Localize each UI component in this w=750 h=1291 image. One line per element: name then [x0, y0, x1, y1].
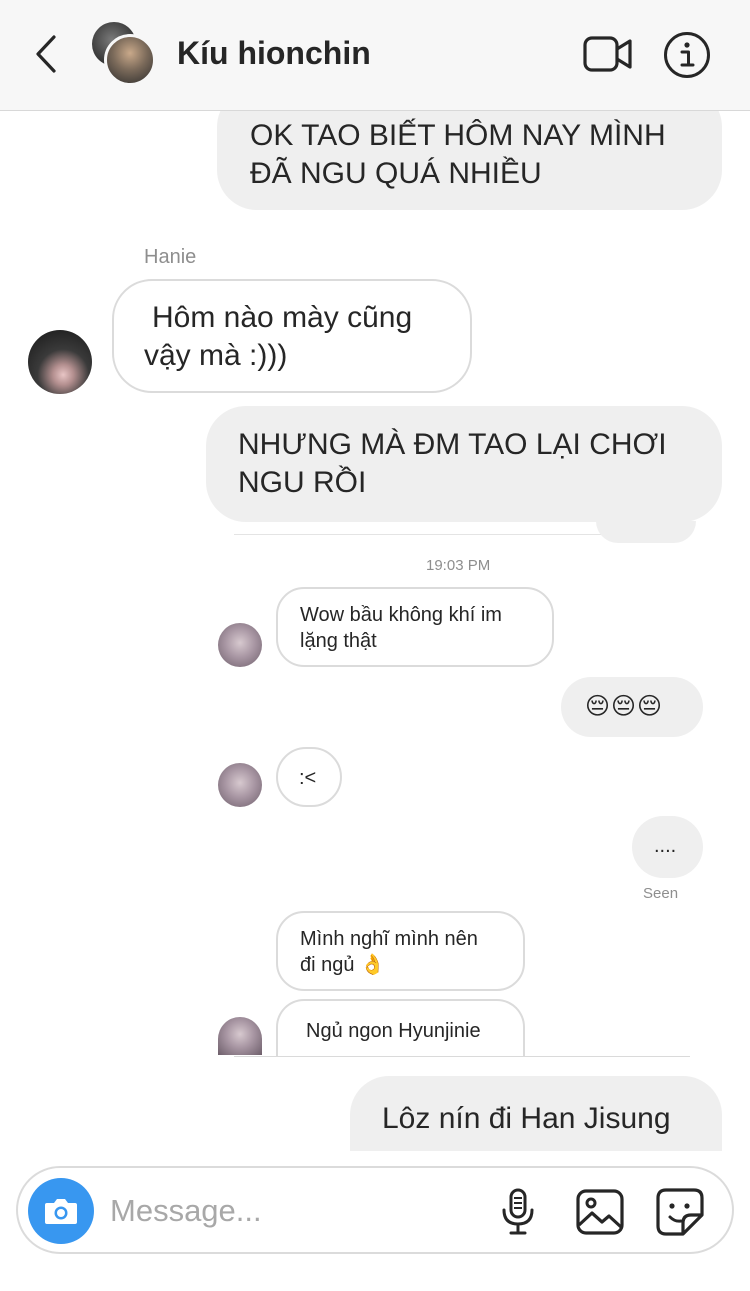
message-text: .... [654, 835, 677, 857]
camera-button[interactable] [28, 1178, 94, 1244]
sticker-icon [656, 1188, 704, 1236]
member-avatar-2 [104, 34, 156, 86]
message-text: OK TAO BIẾT HÔM NAY MÌNH [250, 119, 666, 152]
message-text: Mình nghĩ mình nên [300, 928, 478, 950]
camera-icon [45, 1199, 77, 1224]
image-icon [576, 1189, 624, 1235]
message-bubble-outgoing[interactable]: OK TAO BIẾT HÔM NAY MÌNH ĐÃ NGU QUÁ NHIỀ… [217, 111, 722, 210]
message-bubble-incoming[interactable]: Mình nghĩ mình nên đi ngủ 👌 [276, 911, 525, 991]
sender-avatar[interactable] [218, 1017, 262, 1055]
message-bubble-outgoing[interactable]: 😔😔😔 [561, 677, 703, 737]
message-bubble-outgoing[interactable]: .... [632, 816, 703, 878]
message-bubble-incoming[interactable]: :< [276, 747, 342, 807]
chat-title[interactable]: Kíu hionchin [177, 35, 371, 72]
message-text: :< [299, 767, 317, 789]
message-composer [16, 1166, 734, 1254]
message-timestamp: 19:03 PM [426, 557, 491, 574]
message-bubble-outgoing[interactable]: NHƯNG MÀ ĐM TAO LẠI CHƠI NGU RỒI [206, 406, 722, 522]
sender-avatar[interactable] [218, 623, 262, 667]
chat-header: Kíu hionchin [0, 0, 750, 111]
voice-message-button[interactable] [492, 1186, 544, 1238]
message-bubble-incoming[interactable]: Wow bầu không khí im lặng thật [276, 587, 554, 667]
message-bubble-incoming[interactable]: Hôm nào mày cũng vậy mà :))) [112, 279, 472, 393]
gallery-button[interactable] [574, 1186, 626, 1238]
sticker-button[interactable] [654, 1186, 706, 1238]
message-text: 😔😔😔 [585, 693, 664, 720]
message-text: NHƯNG MÀ ĐM TAO LẠI CHƠI [238, 428, 667, 461]
cropped-bubble-edge [596, 521, 696, 543]
bottom-safe-area [0, 1262, 750, 1291]
message-text: lặng thật [300, 630, 377, 652]
message-text: Wow bầu không khí im [300, 604, 502, 626]
video-call-button[interactable] [582, 32, 634, 76]
info-icon [664, 32, 710, 78]
info-button[interactable] [662, 30, 712, 80]
message-bubble-incoming[interactable]: Ngủ ngon Hyunjinie [276, 999, 525, 1057]
message-input[interactable] [110, 1188, 470, 1234]
video-camera-icon [583, 36, 632, 72]
sender-avatar[interactable] [218, 763, 262, 807]
message-text: vậy mà :))) [144, 339, 288, 373]
message-text: Ngủ ngon Hyunjinie [306, 1020, 481, 1042]
message-text: Hôm nào mày cũng [152, 301, 413, 334]
message-text: NGU RỒI [238, 466, 367, 500]
group-avatar[interactable] [90, 20, 160, 88]
back-button[interactable] [26, 30, 66, 78]
message-text: ĐÃ NGU QUÁ NHIỀU [250, 157, 542, 191]
sender-avatar[interactable] [28, 330, 92, 394]
message-bubble-outgoing[interactable]: Lôz nín đi Han Jisung [350, 1076, 722, 1151]
message-text: Lôz nín đi Han Jisung [382, 1102, 671, 1135]
message-text: đi ngủ 👌 [300, 954, 385, 976]
chevron-left-icon [36, 35, 56, 73]
sender-name: Hanie [144, 246, 197, 268]
microphone-icon [502, 1188, 534, 1235]
seen-receipt: Seen [643, 885, 679, 902]
message-thread[interactable]: OK TAO BIẾT HÔM NAY MÌNH ĐÃ NGU QUÁ NHIỀ… [0, 111, 750, 1151]
divider [234, 1056, 690, 1057]
